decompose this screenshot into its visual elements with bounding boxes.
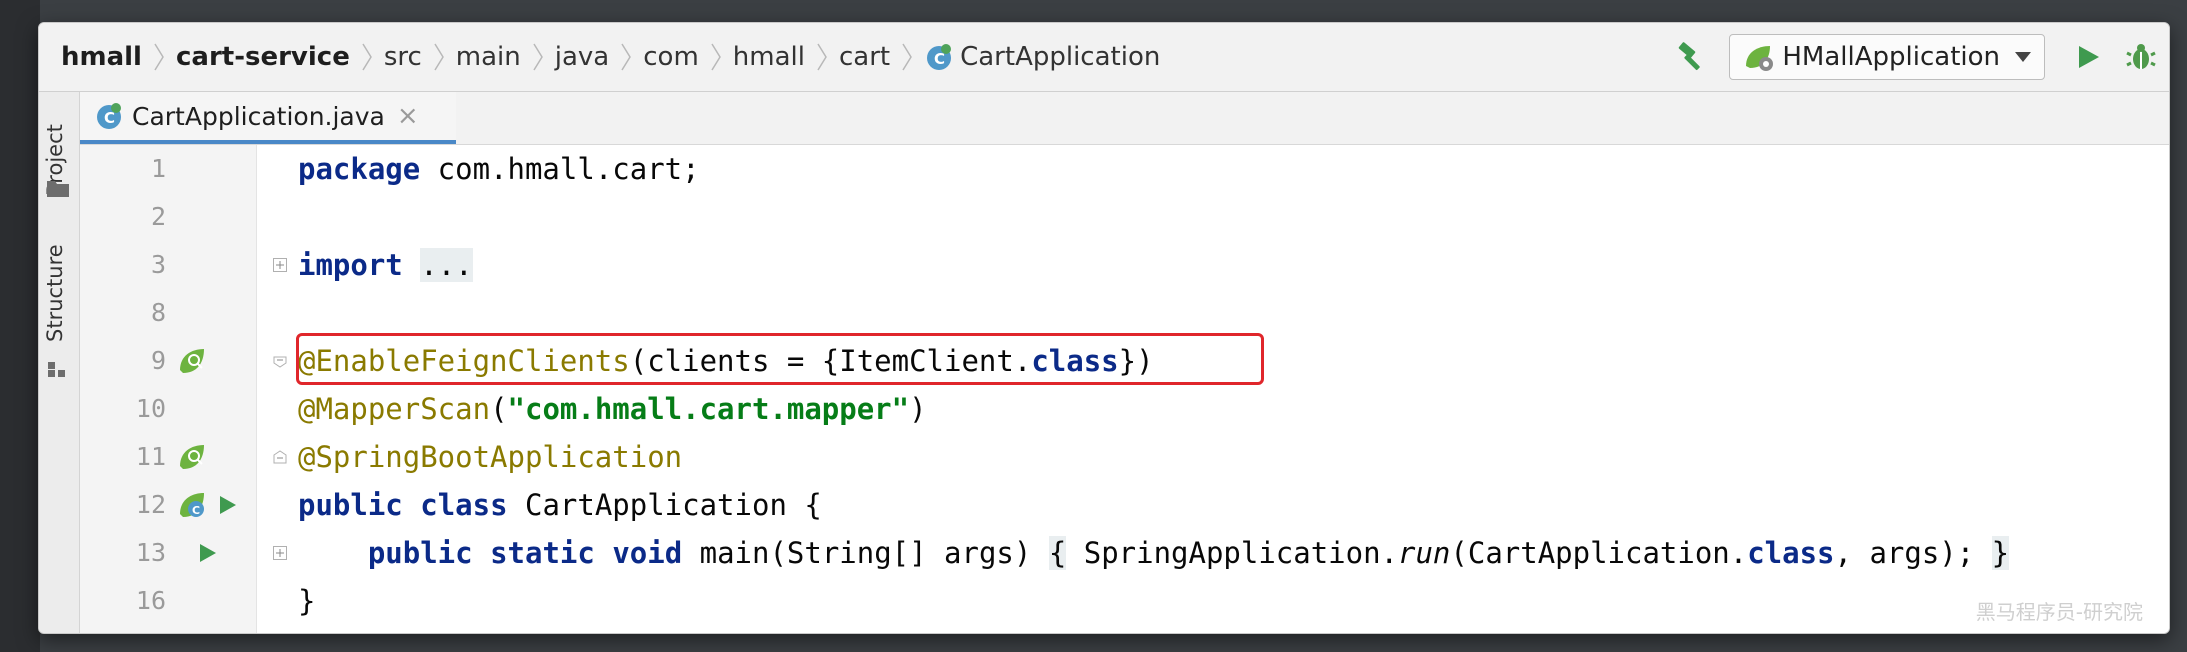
breadcrumb-cart-service[interactable]: cart-service (176, 42, 350, 72)
breadcrumb-src[interactable]: src (384, 42, 422, 72)
breadcrumb-separator-icon (900, 38, 914, 76)
breadcrumb-separator-icon (709, 38, 723, 76)
code-line: 10 @MapperScan("com.hmall.cart.mapper") (80, 385, 2168, 433)
line-number: 2 (150, 202, 166, 231)
breadcrumb: hmall cart-service src main java com hma… (61, 38, 1160, 76)
spring-bean-icon[interactable] (177, 442, 207, 472)
code-text: package com.hmall.cart; (298, 152, 700, 186)
code-text: @SpringBootApplication (298, 440, 683, 474)
code-line: 2 (80, 193, 2168, 241)
line-number: 11 (135, 442, 166, 471)
breadcrumb-com[interactable]: com (643, 42, 699, 72)
code-text: @MapperScan("com.hmall.cart.mapper") (298, 392, 927, 426)
highlight-box (296, 333, 1264, 385)
fold-icon[interactable] (273, 546, 287, 560)
tab-label: CartApplication.java (132, 101, 385, 131)
code-line: 1 package com.hmall.cart; (80, 145, 2168, 193)
breadcrumb-separator-icon (815, 38, 829, 76)
run-configuration-dropdown[interactable]: HMallApplication (1729, 34, 2045, 80)
spring-run-config-icon (1746, 46, 1774, 71)
code-text: import ... (298, 248, 473, 282)
ide-window: hmall cart-service src main java com hma… (38, 22, 2170, 634)
code-text: } (298, 584, 316, 618)
line-number: 8 (150, 298, 166, 327)
chevron-down-icon (2015, 52, 2031, 62)
breadcrumb-java[interactable]: java (555, 42, 609, 72)
breadcrumb-separator-icon (360, 38, 374, 76)
svg-text:C: C (192, 504, 200, 517)
structure-icon (48, 362, 65, 377)
line-number: 1 (150, 154, 166, 183)
breadcrumb-cart[interactable]: cart (839, 42, 890, 72)
fold-icon[interactable] (273, 258, 287, 272)
spring-class-icon[interactable]: C (177, 490, 207, 520)
code-line: 3 import ... (80, 241, 2168, 289)
code-text: public class CartApplication { (298, 488, 822, 522)
watermark: 黑马程序员-研究院 (1975, 600, 2143, 624)
structure-label: Structure (43, 244, 67, 342)
code-line: 16 } (80, 577, 2168, 625)
class-icon: C (97, 103, 121, 129)
breadcrumb-main[interactable]: main (456, 42, 521, 72)
line-number: 16 (135, 586, 166, 615)
run-configuration-label: HMallApplication (1782, 42, 2000, 72)
code-line: 13 public static void main(String[] args… (80, 529, 2168, 577)
code-line: 8 (80, 289, 2168, 337)
line-number: 10 (135, 394, 166, 423)
run-icon[interactable] (2073, 42, 2103, 72)
toolbar-right: HMallApplication (1675, 23, 2169, 91)
breadcrumb-separator-icon (531, 38, 545, 76)
background-strip (0, 0, 40, 652)
line-number: 13 (135, 538, 166, 567)
folded-imports[interactable]: ... (420, 248, 473, 282)
run-gutter-icon[interactable] (216, 490, 240, 520)
close-icon[interactable]: × (397, 101, 419, 131)
class-icon: C (927, 44, 952, 70)
debug-icon[interactable] (2125, 41, 2157, 73)
code-line: 12 C public class CartApplication { (80, 481, 2168, 529)
navigation-bar: hmall cart-service src main java com hma… (39, 23, 2169, 92)
fold-icon[interactable] (273, 354, 287, 368)
project-tool-window-button[interactable]: Project (39, 102, 79, 212)
tool-window-strip: Project Structure (39, 92, 80, 633)
code-line: 9 @EnableFeignClients(clients = {ItemCli… (80, 333, 2168, 385)
code-text: public static void main(String[] args) {… (367, 536, 2010, 570)
editor-tab-bar: C CartApplication.java × (80, 92, 2169, 145)
tab-cartapplication-java[interactable]: C CartApplication.java × (80, 92, 456, 144)
folder-icon (47, 181, 69, 197)
breadcrumb-separator-icon (432, 38, 446, 76)
code-line: 11 @SpringBootApplication (80, 433, 2168, 481)
breadcrumb-hmall-package[interactable]: hmall (733, 42, 805, 72)
line-number: 12 (135, 490, 166, 519)
run-gutter-icon[interactable] (196, 538, 220, 568)
code-editor[interactable]: 1 package com.hmall.cart; 2 3 import ...… (80, 145, 2169, 633)
breadcrumb-cartapplication[interactable]: CartApplication (960, 42, 1160, 72)
fold-icon[interactable] (273, 450, 287, 464)
line-number: 3 (150, 250, 166, 279)
breadcrumb-separator-icon (152, 38, 166, 76)
breadcrumb-hmall[interactable]: hmall (61, 42, 142, 72)
spring-bean-icon[interactable] (177, 346, 207, 376)
breadcrumb-separator-icon (619, 38, 633, 76)
hammer-icon[interactable] (1675, 40, 1709, 74)
structure-tool-window-button[interactable]: Structure (39, 222, 79, 382)
line-number: 9 (150, 346, 166, 375)
